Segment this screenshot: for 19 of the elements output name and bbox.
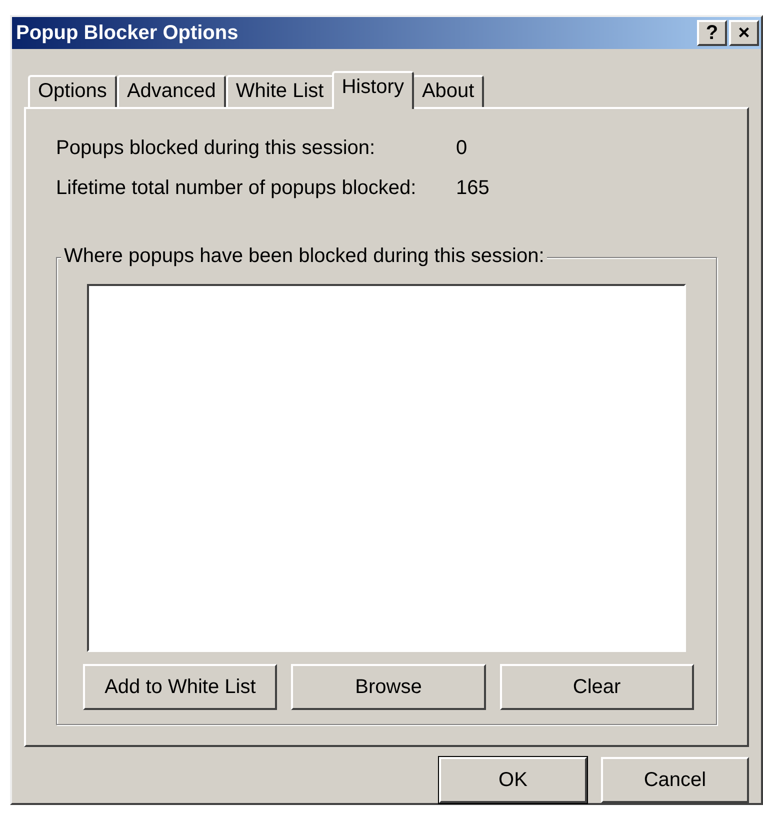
group-title: Where popups have been blocked during this session: — [61, 245, 548, 268]
window-title: Popup Blocker Options — [16, 22, 240, 44]
tab[interactable]: About — [412, 75, 484, 107]
close-button[interactable]: × — [729, 20, 759, 46]
help-button[interactable]: ? — [697, 20, 727, 46]
stat-label: Lifetime total number of popups blocked: — [56, 177, 418, 201]
tab[interactable]: History — [332, 71, 414, 109]
tab[interactable]: Options — [28, 75, 117, 107]
stat-value: 0 — [456, 137, 468, 161]
blocked-list[interactable] — [87, 284, 686, 652]
clear-button[interactable]: Clear — [500, 664, 694, 710]
stat-value: 165 — [456, 177, 490, 201]
cancel-button[interactable]: Cancel — [601, 757, 749, 803]
browse-button[interactable]: Browse — [291, 664, 486, 710]
tab[interactable]: White List — [226, 75, 334, 107]
stat-label: Popups blocked during this session: — [56, 137, 376, 161]
add-to-list-button[interactable]: Add to White List — [83, 664, 278, 710]
tab[interactable]: Advanced — [116, 75, 226, 107]
ok-button[interactable]: OK — [439, 757, 587, 803]
